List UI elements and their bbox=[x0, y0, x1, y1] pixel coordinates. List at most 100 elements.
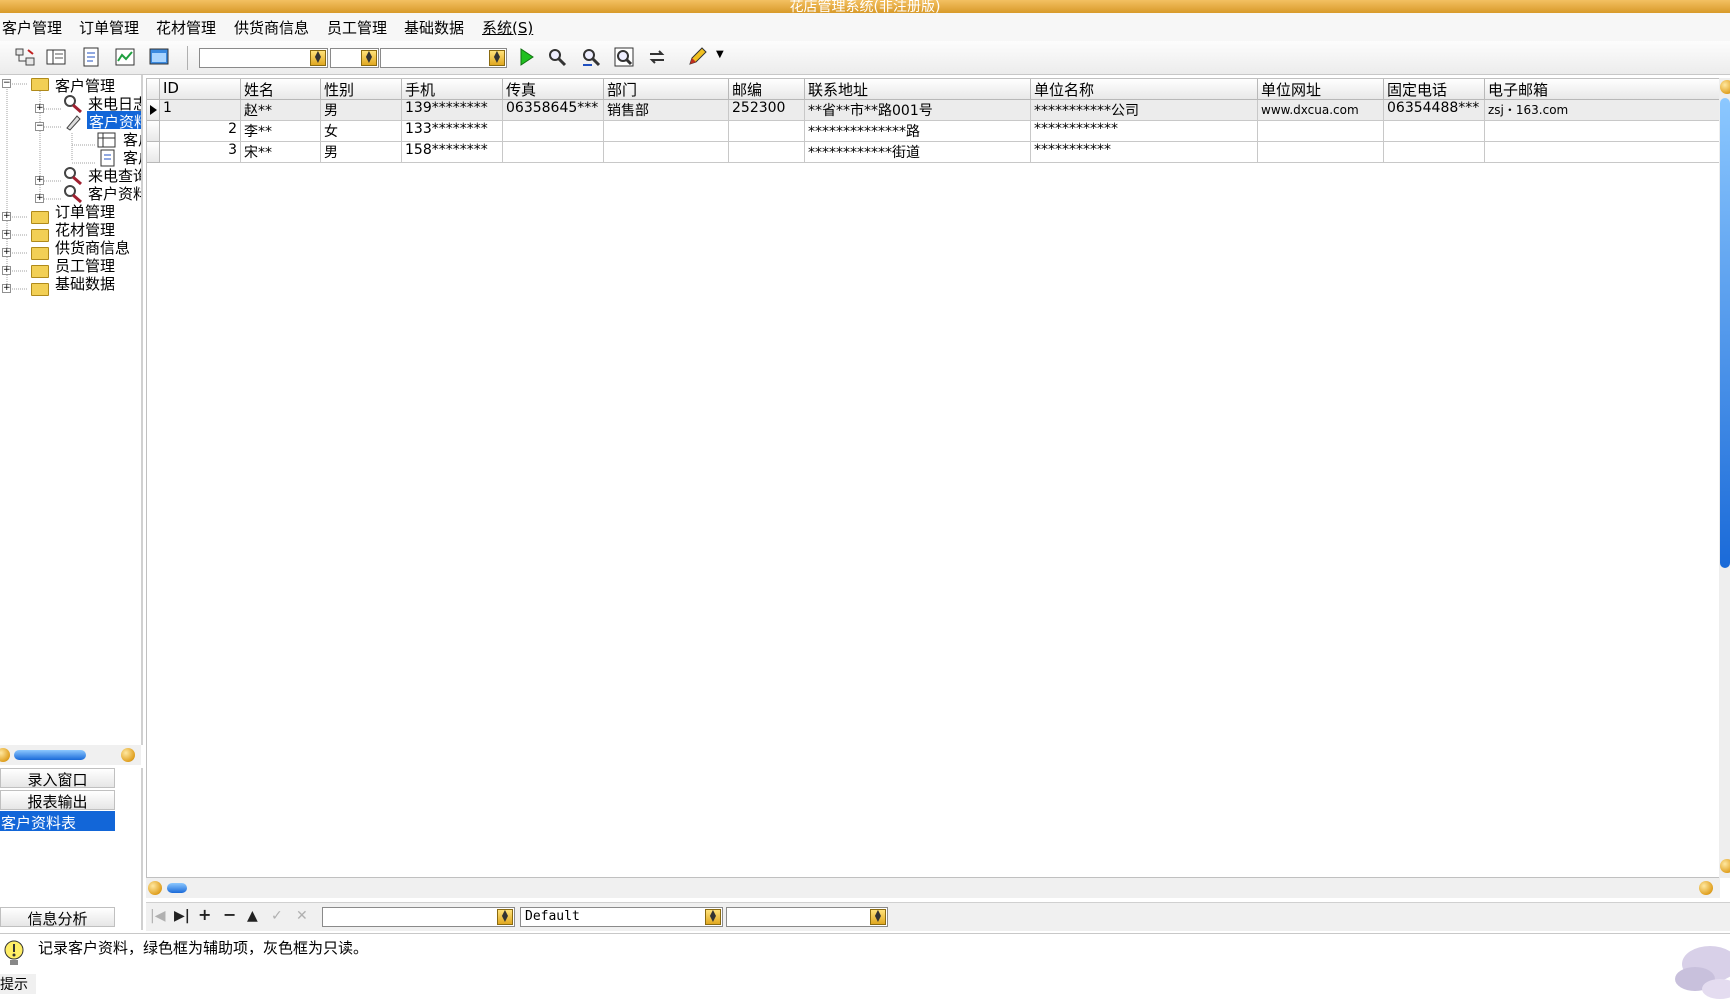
chevron-down-icon[interactable]: ▲ ▼ bbox=[705, 909, 721, 925]
filter-icon[interactable] bbox=[580, 46, 602, 68]
cell-website[interactable]: www.dxcua.com bbox=[1258, 100, 1384, 121]
row-indicator[interactable] bbox=[147, 142, 160, 163]
first-record-icon[interactable]: |◀ bbox=[150, 908, 165, 924]
cell-company[interactable]: ***********公司 bbox=[1031, 100, 1258, 121]
grid-horizontal-scrollbar[interactable] bbox=[146, 878, 1720, 898]
edit-record-icon[interactable]: ▲ bbox=[247, 908, 258, 924]
cell-gender[interactable]: 女 bbox=[321, 121, 402, 142]
tree-expand-toggle[interactable]: + bbox=[35, 104, 44, 113]
tree-icon[interactable] bbox=[14, 46, 36, 68]
tree-expand-toggle[interactable]: + bbox=[35, 176, 44, 185]
tree-collapse-toggle[interactable]: − bbox=[2, 79, 11, 88]
nav-report-output[interactable]: 报表输出 bbox=[0, 790, 115, 811]
cell-website[interactable] bbox=[1258, 121, 1384, 142]
cell-phone[interactable]: 06354488*** bbox=[1384, 100, 1485, 121]
cell-department[interactable]: 销售部 bbox=[604, 100, 729, 121]
last-record-icon[interactable]: ▶| bbox=[174, 908, 190, 924]
cell-id[interactable]: 3 bbox=[160, 142, 241, 163]
toolbar-combo-2[interactable]: ▲ ▼ bbox=[330, 48, 379, 68]
delete-record-icon[interactable]: − bbox=[223, 905, 236, 924]
tree-expand-toggle[interactable]: + bbox=[2, 230, 11, 239]
cell-website[interactable] bbox=[1258, 142, 1384, 163]
cell-zip[interactable]: 252300 bbox=[729, 100, 805, 121]
scroll-thumb[interactable] bbox=[14, 750, 86, 760]
tree-call-query[interactable]: 来电查询 bbox=[88, 165, 141, 185]
grid-vertical-scrollbar[interactable] bbox=[1719, 78, 1730, 878]
toolbar-combo-3[interactable]: ▲ ▼ bbox=[380, 48, 507, 68]
tree-customer-data-2[interactable]: 客户资料 bbox=[88, 183, 141, 203]
cell-fax[interactable]: 06358645*** bbox=[503, 100, 604, 121]
scroll-right-button[interactable] bbox=[121, 748, 135, 762]
navigator-combo-1[interactable]: ▲ ▼ bbox=[322, 907, 515, 927]
cell-email[interactable] bbox=[1485, 121, 1719, 142]
cell-phone[interactable] bbox=[1384, 121, 1485, 142]
col-header-fax[interactable]: 传真 bbox=[503, 79, 604, 100]
col-header-email[interactable]: 电子邮箱 bbox=[1485, 79, 1719, 100]
tree-base-data[interactable]: 基础数据 bbox=[55, 273, 115, 293]
window-icon[interactable] bbox=[148, 46, 170, 68]
tree-horizontal-scrollbar[interactable] bbox=[0, 745, 141, 765]
run-icon[interactable] bbox=[515, 46, 537, 68]
cell-address[interactable]: ************街道 bbox=[805, 142, 1031, 163]
tree-customer-data[interactable]: 客户资料 bbox=[87, 111, 141, 129]
scroll-left-button[interactable] bbox=[0, 748, 10, 762]
menu-basedata[interactable]: 基础数据 bbox=[404, 17, 464, 38]
tree-supplier-info[interactable]: 供货商信息 bbox=[55, 237, 130, 257]
tree-customer-mgmt[interactable]: 客户管理 bbox=[55, 75, 115, 95]
cell-email[interactable]: zsj・163.com bbox=[1485, 100, 1719, 121]
menu-suppliers[interactable]: 供货商信息 bbox=[234, 17, 309, 38]
col-header-mobile[interactable]: 手机 bbox=[402, 79, 503, 100]
scroll-thumb[interactable] bbox=[1720, 98, 1730, 568]
cell-department[interactable] bbox=[604, 142, 729, 163]
nav-customer-table[interactable]: 客户资料表 bbox=[0, 811, 115, 832]
scroll-thumb[interactable] bbox=[167, 883, 187, 893]
cell-id[interactable]: 2 bbox=[160, 121, 241, 142]
tree-expand-toggle[interactable]: + bbox=[2, 248, 11, 257]
chevron-down-icon[interactable]: ▲ ▼ bbox=[870, 909, 886, 925]
col-header-gender[interactable]: 性别 bbox=[321, 79, 402, 100]
cell-mobile[interactable]: 133******** bbox=[402, 121, 503, 142]
col-header-website[interactable]: 单位网址 bbox=[1258, 79, 1384, 100]
tree-expand-toggle[interactable]: + bbox=[2, 266, 11, 275]
menu-flowers[interactable]: 花材管理 bbox=[156, 17, 216, 38]
tree-call-log[interactable]: 来电日志 bbox=[88, 93, 141, 113]
report-icon[interactable] bbox=[80, 46, 102, 68]
cell-company[interactable]: *********** bbox=[1031, 142, 1258, 163]
row-indicator[interactable] bbox=[147, 121, 160, 142]
scroll-down-button[interactable] bbox=[1720, 859, 1730, 873]
scroll-right-button[interactable] bbox=[1699, 881, 1713, 895]
toolbar-combo-1[interactable]: ▲ ▼ bbox=[199, 48, 328, 68]
tree-collapse-toggle[interactable]: − bbox=[35, 122, 44, 131]
cell-id[interactable]: 1 bbox=[160, 100, 241, 121]
refresh-icon[interactable] bbox=[646, 46, 668, 68]
chevron-down-icon[interactable]: ▲ ▼ bbox=[489, 50, 505, 66]
form-icon[interactable] bbox=[45, 46, 67, 68]
nav-info-analysis[interactable]: 信息分析 bbox=[0, 907, 115, 928]
cell-mobile[interactable]: 139******** bbox=[402, 100, 503, 121]
cell-department[interactable] bbox=[604, 121, 729, 142]
add-record-icon[interactable]: + bbox=[198, 905, 211, 924]
col-header-name[interactable]: 姓名 bbox=[241, 79, 321, 100]
col-header-department[interactable]: 部门 bbox=[604, 79, 729, 100]
menu-customer[interactable]: 客户管理 bbox=[2, 17, 62, 38]
cell-mobile[interactable]: 158******** bbox=[402, 142, 503, 163]
scroll-up-button[interactable] bbox=[1720, 80, 1730, 94]
cell-fax[interactable] bbox=[503, 142, 604, 163]
col-header-zip[interactable]: 邮编 bbox=[729, 79, 805, 100]
edit-dropdown-icon[interactable]: ▼ bbox=[716, 49, 724, 60]
tree-expand-toggle[interactable]: + bbox=[2, 284, 11, 293]
cell-gender[interactable]: 男 bbox=[321, 100, 402, 121]
cancel-record-icon[interactable]: ✕ bbox=[296, 908, 308, 924]
tree-customer-table[interactable]: 客户资料表 bbox=[123, 129, 141, 149]
scroll-left-button[interactable] bbox=[148, 881, 162, 895]
post-record-icon[interactable]: ✓ bbox=[271, 908, 283, 924]
cell-address[interactable]: **************路 bbox=[805, 121, 1031, 142]
col-header-phone[interactable]: 固定电话 bbox=[1384, 79, 1485, 100]
cell-name[interactable]: 宋** bbox=[241, 142, 321, 163]
row-indicator[interactable] bbox=[147, 100, 160, 121]
zoom-icon[interactable] bbox=[613, 46, 635, 68]
cell-email[interactable] bbox=[1485, 142, 1719, 163]
navigator-combo-3[interactable]: ▲ ▼ bbox=[726, 907, 888, 927]
tree-flower-mgmt[interactable]: 花材管理 bbox=[55, 219, 115, 239]
menu-orders[interactable]: 订单管理 bbox=[79, 17, 139, 38]
